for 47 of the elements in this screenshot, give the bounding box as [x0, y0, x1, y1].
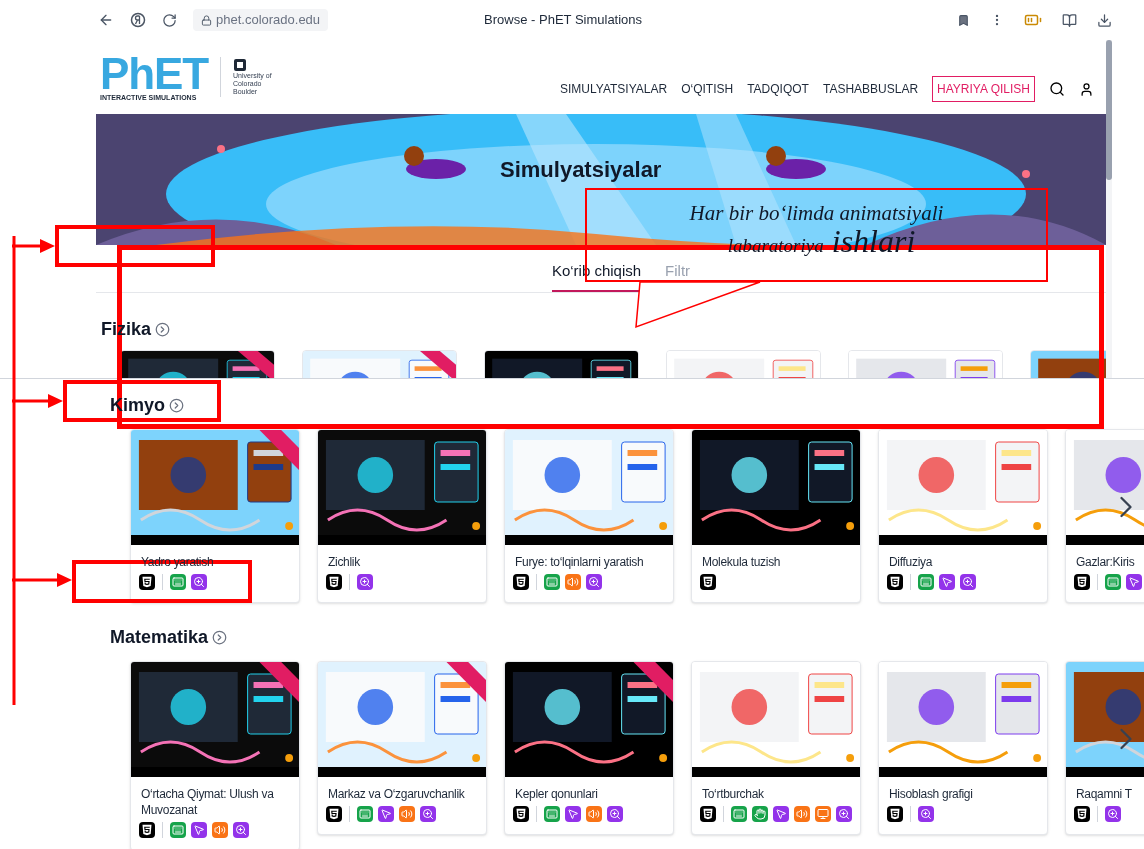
- chevron-icon[interactable]: [169, 397, 184, 413]
- simulation-title[interactable]: Zichlik: [328, 554, 476, 570]
- nav-link[interactable]: TASHABBUSLAR: [822, 80, 919, 98]
- simulation-title[interactable]: To‘rtburchak: [702, 786, 850, 802]
- callout-text: ishlari: [831, 226, 916, 256]
- simulation-card[interactable]: Diffuziya: [878, 429, 1048, 603]
- hero-title: Simulyatsiyalar: [500, 157, 662, 183]
- simulation-title[interactable]: Raqamni T: [1076, 786, 1144, 802]
- simulation-title[interactable]: Kepler qonunlari: [515, 786, 663, 802]
- simulation-card[interactable]: To‘rtburchak: [691, 661, 861, 835]
- browser-logo-icon[interactable]: [130, 12, 146, 28]
- book-icon[interactable]: [1062, 12, 1077, 28]
- simulation-card[interactable]: O‘rtacha Qiymat: Ulush va Muvozanat: [130, 661, 300, 849]
- url-field[interactable]: phet.colorado.edu: [193, 9, 329, 31]
- nav-link[interactable]: TADQIQOT: [747, 80, 809, 98]
- simulation-card[interactable]: Molekula tuzish: [691, 429, 861, 603]
- university-logo-icon: [233, 58, 248, 72]
- simulation-card[interactable]: Furye: to‘lqinlarni yaratish: [504, 429, 674, 603]
- donate-button[interactable]: HAYRIYA QILISH: [932, 76, 1035, 102]
- simulation-card[interactable]: Zichlik: [317, 429, 487, 603]
- reload-icon[interactable]: [162, 12, 177, 28]
- section-heading[interactable]: Matematika: [110, 623, 209, 651]
- lock-icon: [201, 14, 212, 26]
- back-icon[interactable]: [98, 12, 114, 28]
- simulation-title[interactable]: Gazlar:Kiris: [1076, 554, 1144, 570]
- download-icon[interactable]: [1097, 12, 1112, 28]
- simulation-title[interactable]: O‘rtacha Qiymat: Ulush va Muvozanat: [141, 786, 289, 818]
- simulation-card[interactable]: Hisoblash grafigi: [878, 661, 1048, 835]
- simulation-title[interactable]: Molekula tuzish: [702, 554, 850, 570]
- simulation-title[interactable]: Hisoblash grafigi: [889, 786, 1037, 802]
- search-icon[interactable]: [1049, 81, 1065, 97]
- scrollbar[interactable]: [1106, 40, 1112, 378]
- callout-text: Har bir bo‘limda animatsiyali: [689, 200, 944, 226]
- simulation-card[interactable]: Gazlar:Kiris: [1065, 429, 1144, 603]
- chevron-icon[interactable]: [155, 321, 171, 337]
- user-icon[interactable]: [1079, 81, 1094, 97]
- simulation-title[interactable]: Markaz va O‘zgaruvchanlik: [328, 786, 476, 802]
- nav-link[interactable]: O‘QITISH: [681, 80, 734, 98]
- simulation-card[interactable]: Markaz va O‘zgaruvchanlik: [317, 661, 487, 835]
- page-title: Browse - PhET Simulations: [484, 11, 643, 30]
- simulation-card[interactable]: Kepler qonunlari: [504, 661, 674, 835]
- bookmark-icon[interactable]: [957, 13, 970, 27]
- simulation-title[interactable]: Furye: to‘lqinlarni yaratish: [515, 554, 663, 570]
- simulation-title[interactable]: Diffuziya: [889, 554, 1037, 570]
- simulation-card[interactable]: Raqamni T: [1065, 661, 1144, 835]
- nav-link[interactable]: SIMULYATSIYALAR: [560, 80, 668, 98]
- chevron-icon[interactable]: [212, 629, 228, 645]
